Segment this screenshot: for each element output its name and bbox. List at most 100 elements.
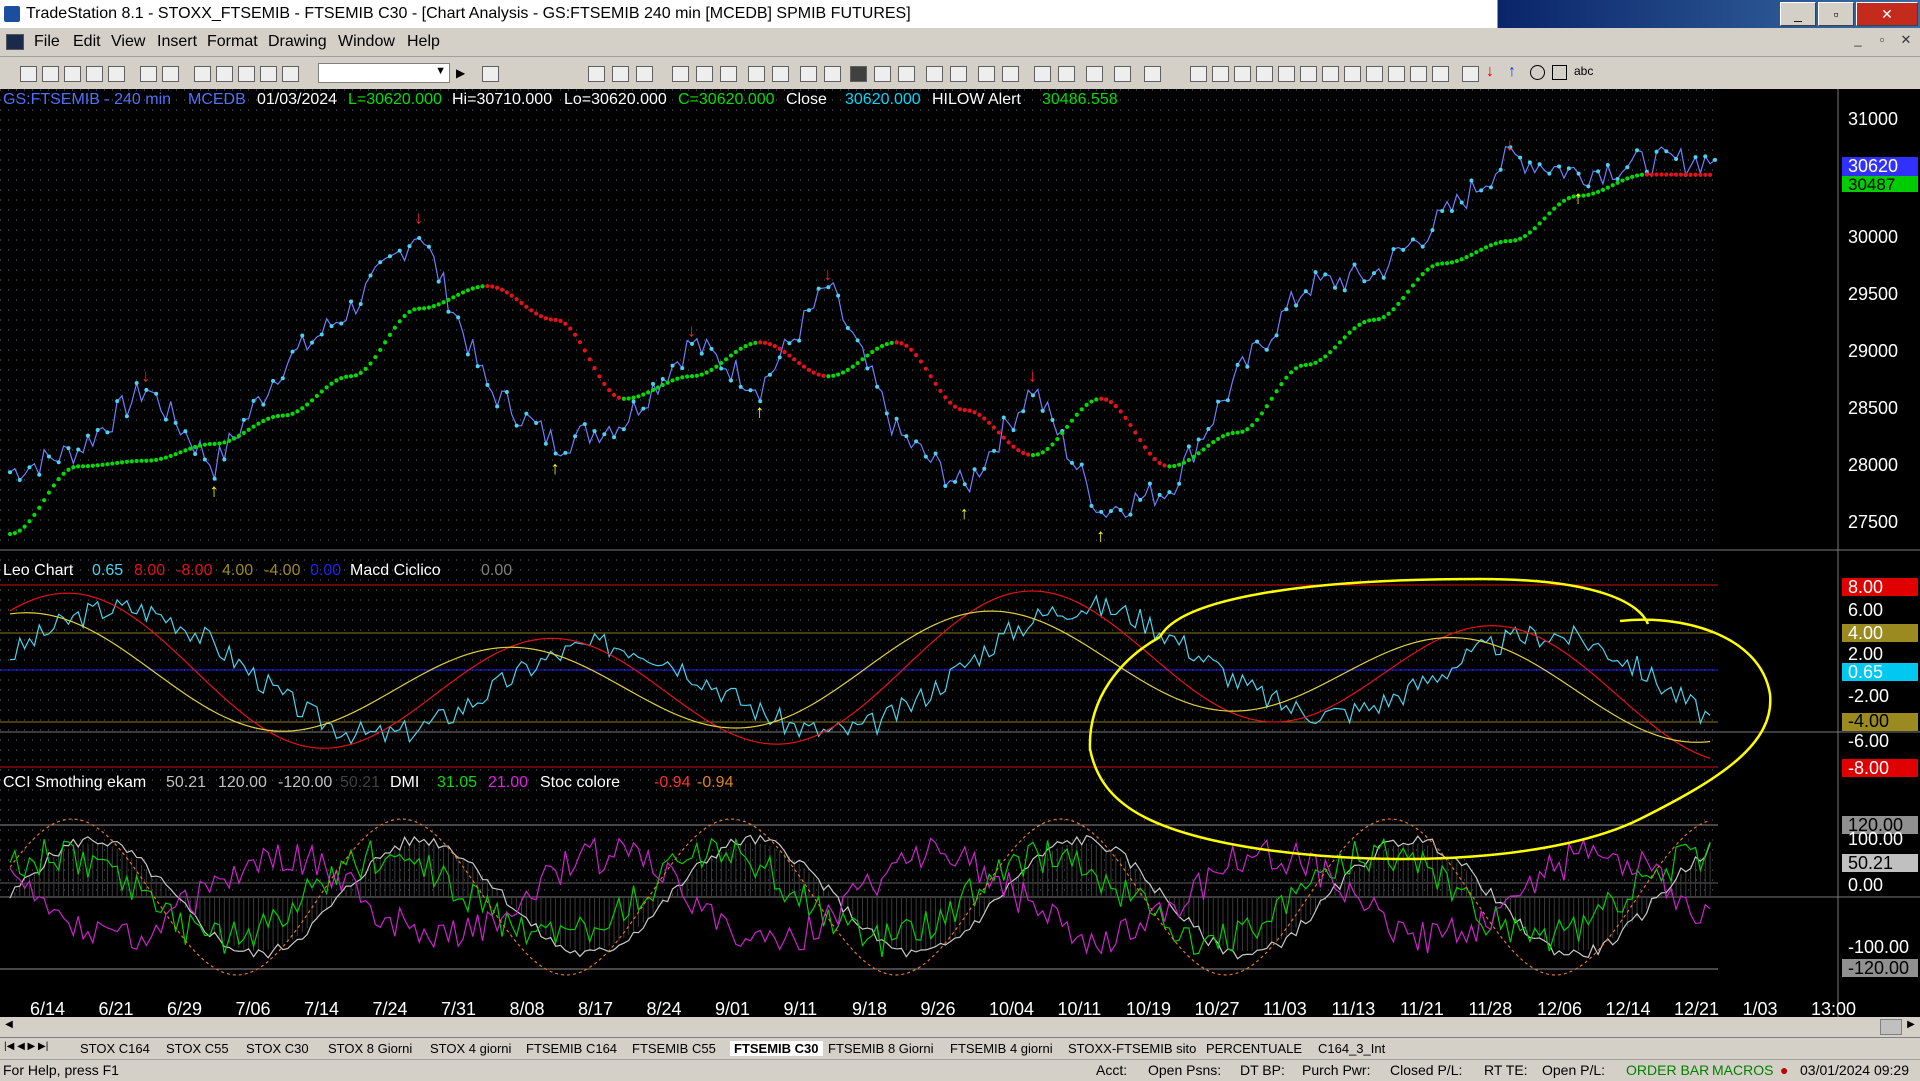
price-dot [728, 378, 733, 383]
scroll-left-icon[interactable] [898, 66, 915, 82]
vertical-lines-icon[interactable] [1212, 66, 1229, 82]
open-file-icon[interactable] [42, 66, 59, 82]
cascade-icon[interactable] [194, 66, 211, 82]
tab-nav-first-icon[interactable]: |◀ ◀ ▶ ▶| [4, 1041, 48, 1052]
menu-format[interactable]: Format [207, 33, 258, 51]
price-dot [1167, 490, 1172, 495]
tab-stoxx-ftsemib-sito[interactable]: STOXX-FTSEMIB sito [1068, 1041, 1196, 1056]
scroll-left-arrow-icon[interactable]: ◀ [2, 1019, 16, 1033]
scroll-right-icon[interactable] [926, 66, 943, 82]
print-icon[interactable] [162, 66, 179, 82]
folder-icon[interactable] [108, 66, 125, 82]
alert-dot [1547, 211, 1552, 216]
tools-icon[interactable] [260, 66, 277, 82]
gann-icon[interactable] [1322, 66, 1339, 82]
menu-view[interactable]: View [111, 33, 145, 51]
curve-icon[interactable] [1462, 66, 1479, 82]
status-macros[interactable]: MACROS [1712, 1062, 1773, 1078]
tab-ftsemib-4-giorni[interactable]: FTSEMIB 4 giorni [950, 1041, 1053, 1056]
alert-dot [188, 446, 193, 451]
strategy-icon[interactable] [696, 66, 713, 82]
bar-spacing-icon[interactable] [874, 66, 891, 82]
compress-icon[interactable] [950, 66, 967, 82]
mdi-close-button[interactable]: ✕ [1896, 32, 1916, 50]
arc-icon[interactable] [1410, 66, 1427, 82]
menu-window[interactable]: Window [338, 33, 395, 51]
alert-dot [1493, 241, 1498, 246]
table-icon[interactable] [636, 66, 653, 82]
tab-stox-c30[interactable]: STOX C30 [246, 1041, 309, 1056]
format-icon[interactable] [748, 66, 765, 82]
andrews-icon[interactable] [1300, 66, 1317, 82]
pointer-icon[interactable] [1034, 66, 1051, 82]
status-order-bar[interactable]: ORDER BAR [1626, 1062, 1709, 1078]
chart-area[interactable]: GS:FTSEMIB - 240 min MCEDB 01/03/2024 L=… [0, 89, 1920, 1025]
down-arrow-icon[interactable]: ↓ [1486, 63, 1494, 81]
tab-c164-3-int[interactable]: C164_3_Int [1318, 1041, 1385, 1056]
mdi-restore-button[interactable]: ▫ [1872, 32, 1892, 50]
zoom-out-icon[interactable] [1002, 66, 1019, 82]
symbol-combo[interactable]: ▼ [318, 63, 450, 83]
scroll-right-arrow-icon[interactable]: ▶ [1904, 1019, 1918, 1033]
open-workspace-icon[interactable] [64, 66, 81, 82]
lock-icon[interactable] [238, 66, 255, 82]
alert-dot [1245, 427, 1250, 432]
alert-dot [1444, 261, 1450, 266]
alert-icon[interactable] [824, 66, 841, 82]
chart-type-icon[interactable] [612, 66, 629, 82]
indicator-icon[interactable] [672, 66, 689, 82]
tile-icon[interactable] [216, 66, 233, 82]
play-icon[interactable]: ▶ [456, 66, 465, 80]
tab-stox-c55[interactable]: STOX C55 [166, 1041, 229, 1056]
data-window-icon[interactable] [800, 66, 817, 82]
tab-ftsemib-c30[interactable]: FTSEMIB C30 [730, 1041, 823, 1056]
crosshair-icon[interactable] [1058, 66, 1075, 82]
close-button[interactable]: ✕ [1856, 2, 1918, 26]
menu-edit[interactable]: Edit [73, 33, 101, 51]
zoom-in-icon[interactable] [978, 66, 995, 82]
save-icon[interactable] [140, 66, 157, 82]
tab-ftsemib-c164[interactable]: FTSEMIB C164 [526, 1041, 617, 1056]
refresh-icon[interactable] [720, 66, 737, 82]
export-icon[interactable] [1114, 66, 1131, 82]
pen-icon[interactable] [1432, 66, 1449, 82]
fib-icon[interactable] [1256, 66, 1273, 82]
speed-lines-icon[interactable] [1278, 66, 1295, 82]
tab-percentuale[interactable]: PERCENTUALE [1206, 1041, 1302, 1056]
binoculars-icon[interactable] [482, 66, 499, 82]
hammer-icon[interactable] [1086, 66, 1103, 82]
dark-chart-icon[interactable] [850, 66, 867, 82]
text-tool-icon[interactable]: abc [1574, 64, 1593, 78]
trendline-icon[interactable] [1190, 66, 1207, 82]
tab-stox-c164[interactable]: STOX C164 [80, 1041, 150, 1056]
price-dot [85, 433, 90, 438]
minimize-button[interactable]: _ [1780, 2, 1816, 26]
up-arrow-icon[interactable]: ↑ [1508, 63, 1516, 81]
tab-stox-8-giorni[interactable]: STOX 8 Giorni [328, 1041, 412, 1056]
new-file-icon[interactable] [20, 66, 37, 82]
alert-dot [855, 360, 860, 366]
tab-stox-4-giorni[interactable]: STOX 4 giorni [430, 1041, 511, 1056]
globe-icon[interactable] [282, 66, 299, 82]
horizontal-scrollbar[interactable]: ◀ ▶ [0, 1017, 1920, 1037]
menu-insert[interactable]: Insert [157, 33, 197, 51]
offset-icon[interactable] [1366, 66, 1383, 82]
snapshot-icon[interactable] [1144, 66, 1161, 82]
regression-icon[interactable] [1344, 66, 1361, 82]
new-window-icon[interactable] [86, 66, 103, 82]
rectangle-icon[interactable] [1552, 65, 1567, 80]
channel-icon[interactable] [1388, 66, 1405, 82]
ellipse-icon[interactable] [1530, 65, 1545, 80]
tab-ftsemib-c55[interactable]: FTSEMIB C55 [632, 1041, 716, 1056]
menu-file[interactable]: File [34, 33, 60, 51]
maximize-button[interactable]: ▫ [1818, 2, 1854, 26]
menu-help[interactable]: Help [407, 33, 440, 51]
horizontal-lines-icon[interactable] [1234, 66, 1251, 82]
tab-ftsemib-8-giorni[interactable]: FTSEMIB 8 Giorni [828, 1041, 933, 1056]
scroll-thumb[interactable] [1880, 1019, 1902, 1035]
chart-style-icon[interactable] [588, 66, 605, 82]
mdi-minimize-button[interactable]: _ [1848, 32, 1868, 50]
bars-icon[interactable] [772, 66, 789, 82]
alert-dot [996, 430, 1002, 435]
menu-drawing[interactable]: Drawing [268, 33, 327, 51]
